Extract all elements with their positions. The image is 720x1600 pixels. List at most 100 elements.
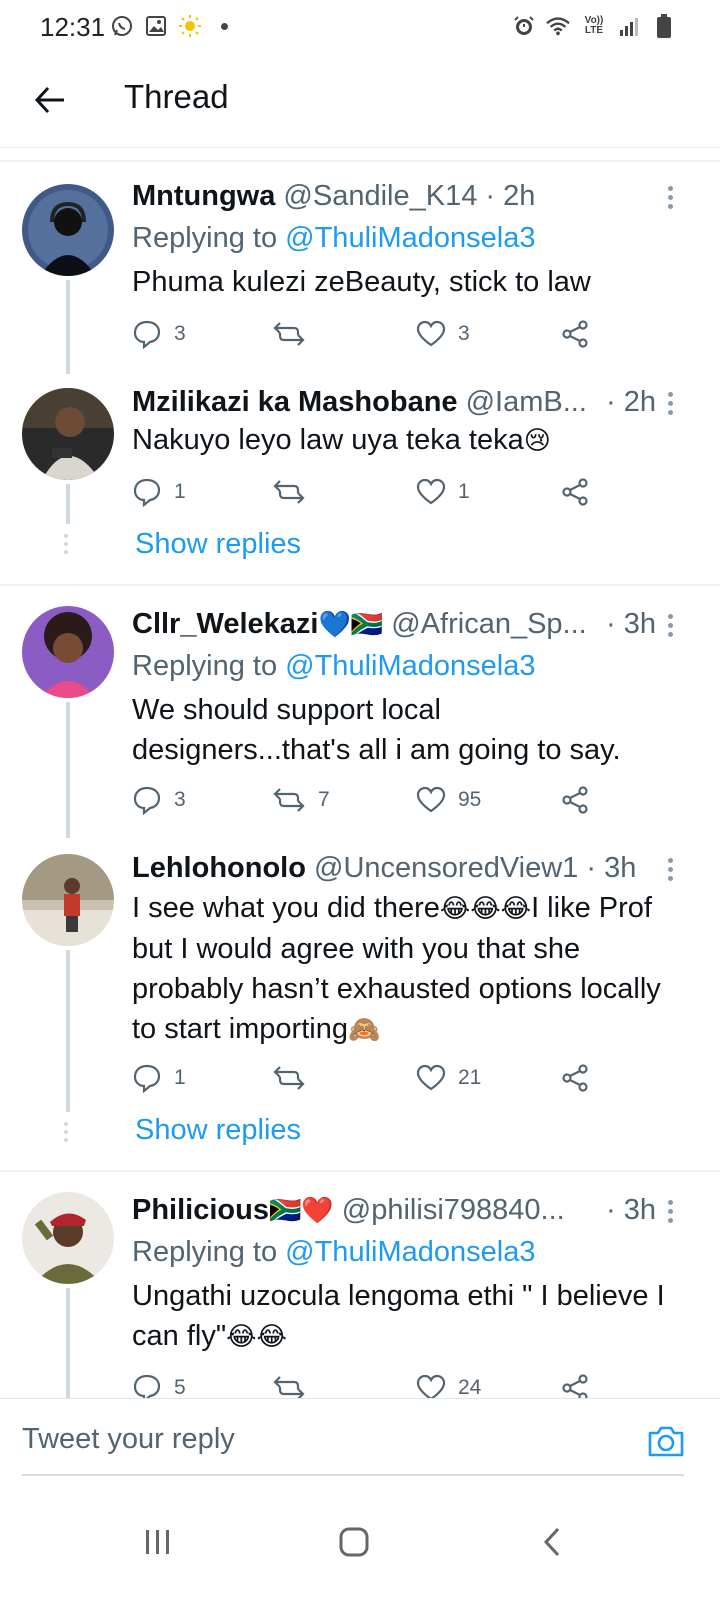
- user-handle[interactable]: @philisi798840...: [342, 1194, 565, 1226]
- reply-button[interactable]: 5: [132, 1368, 186, 1398]
- retweet-count: 7: [318, 788, 330, 811]
- retweet-icon: [273, 1066, 305, 1090]
- mention-link[interactable]: @ThuliMadonsela3: [285, 1236, 535, 1268]
- share-button[interactable]: [560, 314, 590, 354]
- status-icons-right: Vo)) LTE: [512, 14, 676, 38]
- share-button[interactable]: [560, 1368, 590, 1398]
- tweet-actions: 5 24: [132, 1368, 602, 1398]
- reply-button[interactable]: 1: [132, 1058, 186, 1098]
- camera-button[interactable]: [646, 1423, 686, 1463]
- share-button[interactable]: [560, 780, 590, 820]
- more-options-button[interactable]: [660, 388, 680, 420]
- reply-button[interactable]: 3: [132, 780, 186, 820]
- reply-count: 1: [174, 480, 186, 503]
- tweet-text: Phuma kulezi zeBeauty, stick to law: [132, 266, 591, 298]
- home-button[interactable]: [324, 1512, 384, 1572]
- thread-line: [66, 484, 70, 524]
- sun-icon: [178, 14, 202, 38]
- reply-count: 1: [174, 1066, 186, 1089]
- mention-link[interactable]: @ThuliMadonsela3: [285, 650, 535, 682]
- show-replies-link[interactable]: Show replies: [135, 1114, 301, 1147]
- more-options-button[interactable]: [660, 610, 680, 642]
- like-button[interactable]: 24: [416, 1368, 481, 1398]
- replying-label: Replying to: [132, 1236, 278, 1268]
- more-options-button[interactable]: [660, 854, 680, 886]
- tweet[interactable]: Mzilikazi ka Mashobane @IamB... · 2h Nak…: [0, 372, 720, 584]
- back-button[interactable]: [28, 78, 72, 122]
- reply-count: 5: [174, 1376, 186, 1398]
- share-button[interactable]: [560, 1058, 590, 1098]
- like-button[interactable]: 95: [416, 780, 481, 820]
- recent-apps-button[interactable]: [128, 1512, 188, 1572]
- like-button[interactable]: 1: [416, 472, 470, 512]
- retweet-button[interactable]: [272, 1368, 318, 1398]
- avatar[interactable]: [22, 854, 114, 946]
- like-count: 1: [458, 480, 470, 503]
- app-header: Thread: [0, 52, 720, 148]
- display-name[interactable]: Mntungwa: [132, 180, 275, 212]
- user-handle[interactable]: @IamB...: [466, 386, 587, 418]
- see-no-evil-emoji: 🙈: [347, 1015, 381, 1045]
- replying-label: Replying to: [132, 222, 278, 254]
- replying-to: Replying to @ThuliMadonsela3: [132, 648, 535, 684]
- tweet-actions: 3 7 95: [132, 780, 602, 820]
- replying-to: Replying to @ThuliMadonsela3: [132, 1234, 535, 1270]
- avatar[interactable]: [22, 184, 114, 276]
- user-handle[interactable]: @Sandile_K14: [283, 180, 477, 212]
- tweet[interactable]: Philicious🇿🇦❤️ @philisi798840... · 3h Re…: [0, 1172, 720, 1398]
- reply-button[interactable]: 3: [132, 314, 186, 354]
- like-button[interactable]: 21: [416, 1058, 481, 1098]
- display-name[interactable]: Lehlohonolo: [132, 852, 306, 884]
- share-button[interactable]: [560, 472, 590, 512]
- retweet-button[interactable]: [272, 472, 318, 512]
- tweet-text-content: Nakuyo leyo law uya teka teka: [132, 424, 524, 456]
- retweet-button[interactable]: 7: [272, 780, 330, 820]
- replying-to: Replying to @ThuliMadonsela3: [132, 220, 535, 256]
- like-count: 3: [458, 322, 470, 345]
- heart-icon: [416, 478, 446, 505]
- retweet-button[interactable]: [272, 314, 318, 354]
- more-options-button[interactable]: [660, 182, 680, 214]
- volte-label: Vo)) LTE: [584, 15, 604, 36]
- system-back-button[interactable]: [522, 1512, 582, 1572]
- chevron-left-icon: [543, 1527, 560, 1557]
- share-icon: [562, 1064, 588, 1092]
- user-handle[interactable]: @UncensoredView1: [314, 852, 578, 884]
- avatar[interactable]: [22, 388, 114, 480]
- user-handle[interactable]: @African_Sp...: [391, 608, 586, 640]
- retweet-icon: [273, 788, 305, 812]
- avatar[interactable]: [22, 606, 114, 698]
- reply-icon: [133, 478, 161, 507]
- status-icons-left: [110, 14, 236, 38]
- tweet[interactable]: Cllr_Welekazi💙🇿🇦 @African_Sp... · 3h Rep…: [0, 586, 720, 838]
- reply-input[interactable]: [22, 1423, 622, 1456]
- more-options-button[interactable]: [660, 1196, 680, 1228]
- tweet-time: · 3h: [602, 606, 656, 642]
- reply-composer: [0, 1398, 720, 1482]
- display-name[interactable]: Philicious: [132, 1194, 269, 1226]
- wifi-icon: [546, 14, 570, 38]
- like-count: 24: [458, 1376, 482, 1398]
- tweet-text: We should support local designers...that…: [132, 694, 621, 766]
- tweet-text: Ungathi uzocula lengoma ethi " I believe…: [132, 1276, 680, 1357]
- gallery-icon: [144, 14, 168, 38]
- mention-link[interactable]: @ThuliMadonsela3: [285, 222, 535, 254]
- tweet-text: I see what you did there😂😂😂I like Prof b…: [132, 888, 680, 1050]
- page-title: Thread: [124, 78, 229, 115]
- avatar[interactable]: [22, 1192, 114, 1284]
- whatsapp-icon: [110, 14, 134, 38]
- retweet-button[interactable]: [272, 1058, 318, 1098]
- tweet[interactable]: Lehlohonolo @UncensoredView1 · 3h I see …: [0, 836, 720, 1170]
- tweet-text-content: Ungathi uzocula lengoma ethi " I believe…: [132, 1280, 665, 1352]
- display-name[interactable]: Mzilikazi ka Mashobane: [132, 386, 458, 418]
- tweet-header: Lehlohonolo @UncensoredView1 · 3h: [132, 850, 660, 886]
- reply-count: 3: [174, 788, 186, 811]
- share-icon: [562, 320, 588, 348]
- tweet-actions: 1 1: [132, 472, 602, 512]
- like-button[interactable]: 3: [416, 314, 470, 354]
- reply-button[interactable]: 1: [132, 472, 186, 512]
- tweet[interactable]: Mntungwa @Sandile_K14 · 2h Replying to @…: [0, 162, 720, 374]
- notification-dot-icon: [212, 14, 236, 38]
- show-replies-link[interactable]: Show replies: [135, 528, 301, 561]
- display-name[interactable]: Cllr_Welekazi: [132, 608, 318, 640]
